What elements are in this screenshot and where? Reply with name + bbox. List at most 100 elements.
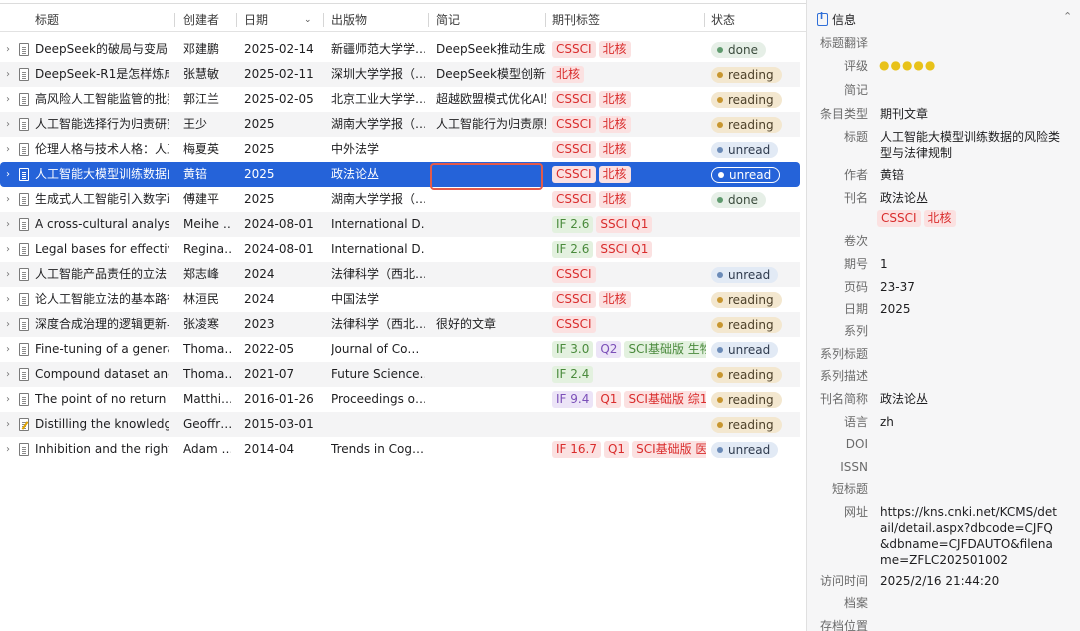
table-row[interactable]: › A cross-cultural analysis Meihe … 2024-08…: [0, 212, 800, 237]
column-separator[interactable]: [428, 13, 429, 27]
column-header-publication[interactable]: 出版物: [331, 8, 367, 32]
edit-document-icon: [19, 418, 29, 431]
cell-tags: IF 2.4: [552, 362, 706, 387]
column-header-tags[interactable]: 期刊标签: [552, 8, 600, 32]
chevron-right-icon[interactable]: ›: [6, 162, 10, 187]
table-row[interactable]: › Inhibition and the right in Adam … 2014-0…: [0, 437, 800, 462]
cell-creator: 王少: [183, 117, 208, 131]
chevron-right-icon[interactable]: ›: [6, 212, 10, 237]
journal-tag: CSSCI: [552, 41, 596, 58]
column-header-date[interactable]: 日期: [244, 8, 268, 32]
field-value[interactable]: 23-37: [880, 279, 1060, 295]
field-value[interactable]: 人工智能大模型训练数据的风险类型与法律规制: [880, 129, 1060, 161]
chevron-right-icon[interactable]: ›: [6, 62, 10, 87]
rating-stars[interactable]: ●●●●●: [879, 58, 936, 72]
field-value[interactable]: 政法论丛: [880, 190, 1060, 206]
column-separator[interactable]: [704, 13, 705, 27]
table-row[interactable]: › 论人工智能立法的基本路径 林洹民 2024 中国法学 CSSCI 北核 reading: [0, 287, 800, 312]
chevron-right-icon[interactable]: ›: [6, 362, 10, 387]
field-value[interactable]: 2025: [880, 301, 1060, 317]
table-row[interactable]: › Legal bases for effective Regina… 2024-08…: [0, 237, 800, 262]
table-row[interactable]: › The point of no return in Matthi… 2016-01…: [0, 387, 800, 412]
table-row[interactable]: › 深度合成治理的逻辑更新与 张凌寒 2023 法律科学（西北… 很好的文章 CSSCI re…: [0, 312, 800, 337]
status-dot-icon: [717, 321, 723, 328]
status-dot-icon: [717, 296, 723, 303]
table-row[interactable]: › 伦理人格与技术人格：人工 梅夏英 2025 中外法学 CSSCI 北核 unread: [0, 137, 800, 162]
status-text: reading: [728, 317, 774, 332]
chevron-right-icon[interactable]: ›: [6, 412, 10, 437]
column-header-creator[interactable]: 创建者: [183, 8, 219, 32]
table-row[interactable]: › Distilling the knowledge i Geoffr… 2015-0…: [0, 412, 800, 437]
chevron-right-icon[interactable]: ›: [6, 337, 10, 362]
chevron-right-icon[interactable]: ›: [6, 387, 10, 412]
app-window: 标题 创建者 日期 ⌄ 出版物 简记 期刊标签 状态 › DeepSeek的破局与…: [0, 0, 1080, 631]
cell-status: unread: [711, 337, 795, 362]
column-separator[interactable]: [174, 13, 175, 27]
table-row[interactable]: › 人工智能选择行为归责研究 王少 2025 湖南大学学报（… 人工智能行为归责原则 CSS…: [0, 112, 800, 137]
chevron-right-icon[interactable]: ›: [6, 87, 10, 112]
cell-tags: 北核: [552, 62, 706, 87]
column-separator[interactable]: [545, 13, 546, 27]
chevron-right-icon[interactable]: ›: [6, 137, 10, 162]
column-header-title[interactable]: 标题: [35, 8, 59, 32]
field-label: DOI: [845, 437, 868, 451]
info-section-title[interactable]: 信息: [832, 12, 856, 28]
table-row[interactable]: › DeepSeek-R1是怎样炼成 张慧敏 2025-02-11 深圳大学学报（… De…: [0, 62, 800, 87]
chevron-down-icon[interactable]: ⌄: [304, 8, 312, 32]
field-value[interactable]: 1: [880, 256, 1060, 272]
status-badge: done: [711, 41, 766, 58]
column-header-status[interactable]: 状态: [711, 8, 735, 32]
cell-status: unread: [711, 137, 795, 162]
status-badge: reading: [711, 391, 782, 408]
cell-title: Inhibition and the right in: [35, 442, 169, 456]
table-row[interactable]: › 生成式人工智能引入数字政 傅建平 2025 湖南大学学报（… CSSCI 北核 done: [0, 187, 800, 212]
status-badge: reading: [711, 291, 782, 308]
abstract-edit-field[interactable]: [430, 163, 543, 190]
status-text: reading: [728, 367, 774, 382]
column-header-abstract[interactable]: 简记: [436, 8, 460, 32]
cell-title: 人工智能大模型训练数据的: [35, 167, 169, 181]
field-label: 页码: [843, 280, 868, 294]
table-row[interactable]: › Fine-tuning of a generati Thoma… 2022-05 J…: [0, 337, 800, 362]
cell-creator: 黄锫: [183, 167, 208, 181]
field-value[interactable]: 期刊文章: [880, 106, 1060, 122]
table-row[interactable]: › 高风险人工智能监管的批判 郭江兰 2025-02-05 北京工业大学学… 超越欧盟模式…: [0, 87, 800, 112]
field-value[interactable]: 2025/2/16 21:44:20: [880, 573, 1060, 589]
chevron-right-icon[interactable]: ›: [6, 287, 10, 312]
cell-status: [711, 212, 795, 237]
chevron-right-icon[interactable]: ›: [6, 187, 10, 212]
field-value[interactable]: 黄锫: [880, 167, 1060, 183]
table-row[interactable]: › 人工智能产品责任的立法 郑志峰 2024 法律科学（西北… CSSCI unread: [0, 262, 800, 287]
status-dot-icon: [717, 421, 723, 428]
chevron-right-icon[interactable]: ›: [6, 237, 10, 262]
chevron-right-icon[interactable]: ›: [6, 37, 10, 62]
status-text: unread: [728, 442, 771, 457]
document-icon: [19, 293, 29, 306]
chevron-right-icon[interactable]: ›: [6, 262, 10, 287]
info-document-icon: [817, 12, 828, 26]
table-row[interactable]: › Compound dataset and c Thoma… 2021-07 Futu…: [0, 362, 800, 387]
status-badge: reading: [711, 416, 782, 433]
table-row[interactable]: › 人工智能大模型训练数据的 黄锫 2025 政法论丛 CSSCI 北核 unread: [0, 162, 800, 190]
field-value[interactable]: https://kns.cnki.net/KCMS/detail/detail.…: [880, 504, 1060, 568]
journal-tag: SCI基础版 综1: [624, 391, 706, 408]
document-icon: [19, 368, 29, 381]
cell-tags: CSSCI 北核: [552, 287, 706, 312]
column-separator[interactable]: [323, 13, 324, 27]
journal-tag: Q1: [603, 441, 630, 458]
status-text: reading: [728, 417, 774, 432]
field-value[interactable]: zh: [880, 414, 1060, 430]
table-row[interactable]: › DeepSeek的破局与变局: 邓建鹏 2025-02-14 新疆师范大学学… Dee…: [0, 37, 800, 62]
field-value[interactable]: 政法论丛: [880, 391, 1060, 407]
top-divider: [0, 3, 806, 4]
chevron-right-icon[interactable]: ›: [6, 312, 10, 337]
cell-status: done: [711, 187, 795, 212]
journal-tag: IF 3.0: [552, 341, 594, 358]
document-icon: [19, 193, 29, 206]
chevron-right-icon[interactable]: ›: [6, 112, 10, 137]
chevron-right-icon[interactable]: ›: [6, 437, 10, 462]
chevron-up-icon[interactable]: ⌃: [1063, 10, 1072, 23]
journal-tag: 北核: [598, 116, 631, 133]
column-separator[interactable]: [236, 13, 237, 27]
table-body: › DeepSeek的破局与变局: 邓建鹏 2025-02-14 新疆师范大学学… Dee…: [0, 37, 806, 462]
